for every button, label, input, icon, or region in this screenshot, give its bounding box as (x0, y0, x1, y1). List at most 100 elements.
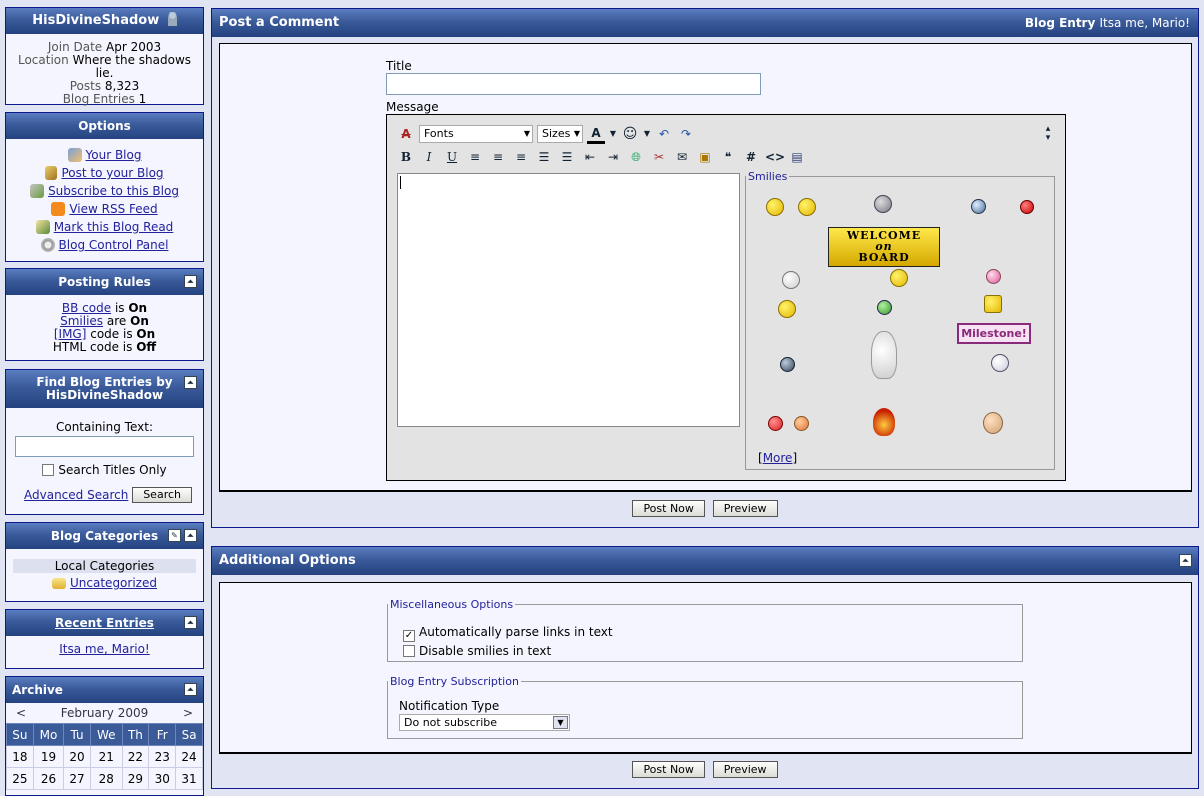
smilie-icon[interactable] (780, 357, 795, 372)
remove-link-icon[interactable]: ✂ (650, 148, 668, 166)
align-left-icon[interactable]: ≡ (466, 148, 484, 166)
your-blog-link[interactable]: Your Blog (10, 146, 199, 164)
parse-links-option[interactable]: ✓ Automatically parse links in text (403, 625, 613, 642)
chevron-down-icon: ▼ (523, 129, 530, 138)
recent-entries-panel: Recent Entries ⏶ Itsa me, Mario! (5, 609, 204, 669)
smilies-legend: Smilies (748, 170, 788, 183)
title-input[interactable] (386, 73, 761, 95)
archive-month: February 2009 (60, 706, 149, 720)
subscribe-blog-link[interactable]: Subscribe to this Blog (10, 182, 199, 200)
pencil-icon (45, 166, 58, 180)
post-now-button[interactable]: Post Now (632, 500, 705, 517)
undo-icon[interactable]: ↶ (655, 125, 673, 143)
smilie-icon[interactable] (971, 199, 986, 214)
code-tag-icon[interactable]: <> (765, 148, 785, 166)
next-month-button[interactable]: > (183, 703, 193, 723)
search-titles-only[interactable]: Search Titles Only (10, 463, 199, 477)
calendar-day: 30 (148, 767, 177, 790)
smilie-icon[interactable] (877, 300, 892, 315)
align-right-icon[interactable]: ≡ (512, 148, 530, 166)
outdent-icon[interactable]: ⇤ (581, 148, 599, 166)
weekday-header: Mo (32, 723, 65, 746)
smilie-icon[interactable] (798, 198, 816, 216)
search-titles-checkbox[interactable] (42, 464, 55, 476)
size-select[interactable]: Sizes ▼ (537, 125, 583, 143)
folder-icon (52, 577, 67, 589)
bold-icon[interactable]: B (397, 148, 415, 166)
chevron-down-icon[interactable]: ▼ (643, 125, 651, 143)
quote-icon[interactable]: ❝ (719, 148, 737, 166)
smilie-icon[interactable] (766, 198, 784, 216)
welcome-board-sign[interactable]: WELCOME on BOARD (828, 227, 940, 267)
smilie-icon[interactable] (983, 412, 1003, 434)
insert-image-icon[interactable]: ▣ (696, 148, 714, 166)
collapse-icon[interactable]: ⏶ (184, 275, 197, 288)
disable-smilies-checkbox[interactable] (403, 645, 415, 657)
recent-entries-title[interactable]: Recent Entries ⏶ (6, 610, 203, 636)
align-center-icon[interactable]: ≡ (489, 148, 507, 166)
php-code-icon[interactable]: ▤ (788, 148, 806, 166)
collapse-icon[interactable]: ⏶ (184, 529, 197, 542)
smilie-icon[interactable] (874, 195, 892, 213)
preview-button[interactable]: Preview (712, 761, 778, 778)
indent-icon[interactable]: ⇥ (604, 148, 622, 166)
edit-icon[interactable]: ✎ (168, 529, 181, 542)
smilie-menu-icon[interactable]: ☺ (621, 125, 639, 143)
rss-feed-link[interactable]: View RSS Feed (10, 200, 199, 218)
collapse-icon[interactable]: ⏶ (184, 376, 197, 389)
collapse-icon[interactable]: ⏶ (184, 683, 197, 696)
unordered-list-icon[interactable]: ☰ (558, 148, 576, 166)
redo-icon[interactable]: ↷ (677, 125, 695, 143)
underline-icon[interactable]: U (443, 148, 461, 166)
milestone-smilie[interactable]: Milestone! (957, 323, 1031, 344)
mark-read-link[interactable]: Mark this Blog Read (10, 218, 199, 236)
remove-format-icon[interactable]: A (397, 125, 415, 143)
ordered-list-icon[interactable]: ☰ (535, 148, 553, 166)
chevron-down-icon[interactable]: ▼ (609, 125, 617, 143)
smilie-icon[interactable] (986, 269, 1001, 284)
preview-button[interactable]: Preview (712, 500, 778, 517)
collapse-icon[interactable]: ⏶ (184, 616, 197, 629)
advanced-search-link[interactable]: Advanced Search (24, 488, 128, 502)
post-to-blog-link[interactable]: Post to your Blog (10, 164, 199, 182)
post-now-button[interactable]: Post Now (632, 761, 705, 778)
font-select[interactable]: Fonts ▼ (419, 125, 533, 143)
control-panel-link[interactable]: Blog Control Panel (10, 236, 199, 254)
message-textarea[interactable] (397, 173, 740, 427)
smilie-icon[interactable] (1020, 200, 1034, 214)
category-uncategorized[interactable]: Uncategorized (13, 574, 196, 592)
resize-editor-icon[interactable]: ▴ ▾ (1039, 125, 1057, 143)
find-entries-title: Find Blog Entries by HisDivineShadow ⏶ (6, 370, 203, 408)
recent-entry-link[interactable]: Itsa me, Mario! (59, 642, 150, 656)
search-button[interactable]: Search (132, 487, 192, 503)
containing-text-input[interactable] (15, 436, 194, 457)
parse-links-checkbox[interactable]: ✓ (403, 630, 415, 642)
prev-month-button[interactable]: < (16, 703, 26, 723)
more-smilies: [More] (758, 451, 798, 465)
disable-smilies-option[interactable]: Disable smilies in text (403, 644, 551, 658)
collapse-icon[interactable]: ⏶ (1179, 554, 1192, 567)
smilie-icon[interactable] (794, 416, 809, 431)
smilie-icon[interactable] (991, 354, 1009, 372)
archive-panel: Archive ⏶ < February 2009 > Su Mo Tu We T… (5, 676, 204, 796)
user-blog-icon (67, 148, 82, 162)
notification-type-select[interactable]: Do not subscribe ▼ (399, 714, 570, 731)
more-smilies-link[interactable]: More (763, 451, 793, 465)
smilies-box: Smilies WELCOME on BOARD Milestone! [Mor… (745, 170, 1055, 470)
code-hash-icon[interactable]: # (742, 148, 760, 166)
calendar-day: 19 (32, 745, 65, 768)
bunny-smilie-icon[interactable] (871, 331, 897, 379)
smilie-icon[interactable] (778, 300, 796, 318)
smilie-icon[interactable] (782, 271, 800, 289)
profile-username[interactable]: HisDivineShadow (6, 8, 203, 34)
text-color-icon[interactable]: A (587, 124, 605, 144)
archive-title: Archive ⏶ (6, 677, 203, 703)
local-categories-header: Local Categories (13, 559, 196, 573)
smilie-icon[interactable] (890, 269, 908, 287)
insert-email-icon[interactable]: ✉ (673, 148, 691, 166)
italic-icon[interactable]: I (420, 148, 438, 166)
insert-link-icon[interactable]: 🌐︎ (627, 148, 645, 166)
smilie-icon[interactable] (768, 416, 783, 431)
fire-smilie-icon[interactable] (873, 408, 895, 436)
smilie-icon[interactable] (984, 295, 1002, 313)
